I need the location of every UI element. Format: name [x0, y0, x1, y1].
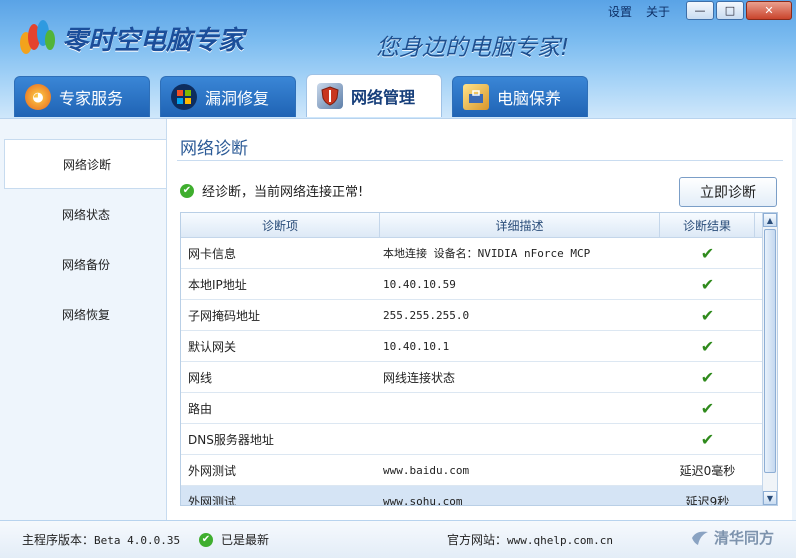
column-header-detail[interactable]: 详细描述: [380, 213, 660, 237]
cell-detail: www.sohu.com: [383, 494, 463, 506]
table-row[interactable]: 网线 网线连接状态 ✔: [181, 362, 777, 393]
table-row[interactable]: 外网测试 www.sohu.com 延迟9秒: [181, 486, 777, 506]
cell-item: 网线: [188, 370, 213, 385]
brand-logo: 清华同方: [690, 527, 774, 548]
toolbox-icon: [463, 84, 489, 110]
version-label: 主程序版本：: [22, 533, 95, 547]
tab-label: 电脑保养: [497, 89, 562, 108]
table-header: 诊断项 详细描述 诊断结果: [181, 213, 777, 238]
sidebar-item-network-restore[interactable]: 网络恢复: [4, 289, 166, 339]
sidebar-item-network-status[interactable]: 网络状态: [4, 189, 166, 239]
official-site: 官方网站：www.qhelp.com.cn: [447, 531, 613, 548]
check-icon: ✔: [700, 274, 715, 294]
cell-result: 延迟9秒: [685, 494, 730, 506]
tab-label: 专家服务: [59, 89, 124, 108]
version-info: 主程序版本：Beta 4.0.0.35: [22, 531, 180, 548]
sidebar: 网络诊断 网络状态 网络备份 网络恢复: [4, 139, 174, 339]
table-row[interactable]: 子网掩码地址 255.255.255.0 ✔: [181, 300, 777, 331]
sidebar-item-network-diagnosis[interactable]: 网络诊断: [4, 139, 174, 189]
status-text: 经诊断，当前网络连接正常!: [202, 185, 364, 200]
update-status-text: 已是最新: [221, 533, 270, 547]
top-links: 设置 关于: [608, 3, 670, 20]
check-icon: ✔: [700, 305, 715, 325]
table-row[interactable]: 默认网关 10.40.10.1 ✔: [181, 331, 777, 362]
sidebar-item-network-backup[interactable]: 网络备份: [4, 239, 166, 289]
app-name: 零时空电脑专家: [62, 25, 245, 56]
version-value: Beta 4.0.0.35: [94, 534, 181, 547]
diagnose-now-button[interactable]: 立即诊断: [679, 177, 777, 207]
table-row[interactable]: DNS服务器地址 ✔: [181, 424, 777, 455]
table-row[interactable]: 外网测试 www.baidu.com 延迟0毫秒: [181, 455, 777, 486]
tab-label: 漏洞修复: [205, 89, 270, 108]
minimize-button[interactable]: —: [686, 1, 714, 20]
check-circle-icon: ✔: [180, 183, 194, 198]
tab-vulnerability-fix[interactable]: 漏洞修复: [160, 76, 296, 117]
cell-item: 路由: [188, 401, 213, 416]
settings-link[interactable]: 设置: [608, 3, 632, 20]
scroll-up-icon[interactable]: ▲: [763, 213, 777, 227]
restore-button[interactable]: □: [716, 1, 744, 20]
cell-result: 延迟0毫秒: [679, 463, 736, 478]
cell-item: 默认网关: [188, 339, 237, 354]
tab-network-management[interactable]: 网络管理: [306, 74, 442, 117]
title-divider: [177, 160, 783, 161]
about-link[interactable]: 关于: [646, 3, 670, 20]
table-row[interactable]: 本地IP地址 10.40.10.59 ✔: [181, 269, 777, 300]
site-link[interactable]: www.qhelp.com.cn: [507, 534, 613, 547]
expert-icon: ◕: [25, 84, 51, 110]
cell-item: 外网测试: [188, 463, 237, 478]
main-panel: 网络诊断 ✔ 经诊断，当前网络连接正常! 立即诊断 诊断项 详细描述 诊断结果 …: [166, 119, 792, 521]
cell-item: 外网测试: [188, 494, 237, 506]
scrollbar-thumb[interactable]: [764, 229, 776, 473]
table-row[interactable]: 路由 ✔: [181, 393, 777, 424]
diagnosis-table: 诊断项 详细描述 诊断结果 网卡信息 本地连接 设备名：NVIDIA nForc…: [180, 212, 778, 506]
tab-expert-service[interactable]: ◕ 专家服务: [14, 76, 150, 117]
tab-label: 网络管理: [351, 88, 416, 107]
brand-icon: [692, 531, 708, 545]
cell-detail: 10.40.10.1: [383, 339, 450, 353]
app-header: 零时空电脑专家 您身边的电脑专家! 设置 关于 — □ ✕ ◕ 专家服务 漏洞修…: [0, 0, 796, 118]
shield-icon: [317, 83, 343, 109]
content-area: 网络诊断 网络状态 网络备份 网络恢复 网络诊断 ✔ 经诊断，当前网络连接正常!…: [0, 118, 796, 521]
check-circle-icon: ✔: [199, 532, 213, 547]
slogan: 您身边的电脑专家!: [376, 35, 570, 61]
check-icon: ✔: [700, 429, 715, 449]
cell-detail: www.baidu.com: [383, 463, 470, 477]
cell-item: 网卡信息: [188, 246, 237, 261]
site-label: 官方网站：: [447, 533, 508, 547]
column-header-result[interactable]: 诊断结果: [660, 213, 755, 237]
scroll-down-icon[interactable]: ▼: [763, 491, 777, 505]
cell-detail: 255.255.255.0: [383, 308, 470, 322]
check-icon: ✔: [700, 398, 715, 418]
brand-name: 清华同方: [714, 529, 775, 547]
cell-item: 子网掩码地址: [188, 308, 261, 323]
cell-detail: 网线连接状态: [383, 370, 456, 385]
update-status: ✔ 已是最新: [199, 531, 269, 548]
app-logo: 零时空电脑专家: [18, 18, 244, 58]
cell-item: DNS服务器地址: [188, 432, 274, 447]
vertical-scrollbar[interactable]: ▲ ▼: [762, 213, 777, 505]
windows-icon: [171, 84, 197, 110]
logo-icon: [18, 18, 58, 58]
window-controls: — □ ✕: [686, 1, 794, 20]
main-tabs: ◕ 专家服务 漏洞修复 网络管理 电脑保养: [14, 74, 598, 117]
page-title: 网络诊断: [180, 139, 248, 159]
check-icon: ✔: [700, 336, 715, 356]
tab-pc-maintenance[interactable]: 电脑保养: [452, 76, 588, 117]
table-row[interactable]: 网卡信息 本地连接 设备名：NVIDIA nForce MCP ✔: [181, 238, 777, 269]
close-button[interactable]: ✕: [746, 1, 792, 20]
diagnosis-status: ✔ 经诊断，当前网络连接正常!: [180, 181, 363, 200]
cell-item: 本地IP地址: [188, 277, 247, 292]
cell-detail: 本地连接 设备名：NVIDIA nForce MCP: [383, 247, 591, 260]
status-bar: 主程序版本：Beta 4.0.0.35 ✔ 已是最新 官方网站：www.qhel…: [0, 520, 796, 558]
check-icon: ✔: [700, 367, 715, 387]
column-header-item[interactable]: 诊断项: [181, 213, 380, 237]
check-icon: ✔: [700, 243, 715, 263]
cell-detail: 10.40.10.59: [383, 277, 456, 291]
